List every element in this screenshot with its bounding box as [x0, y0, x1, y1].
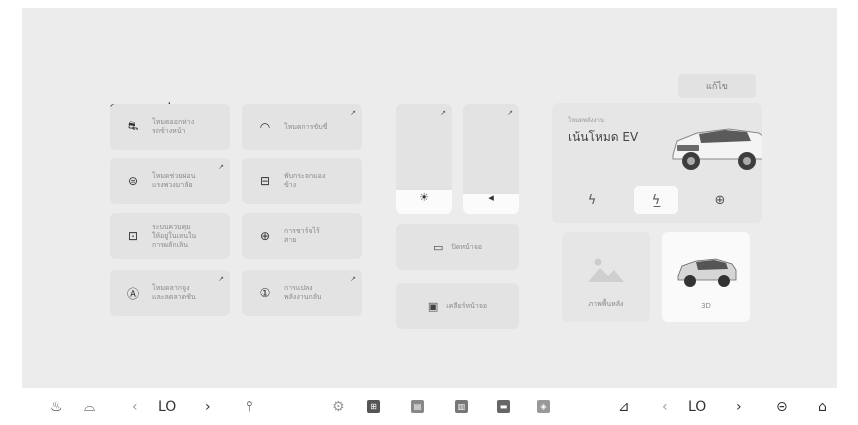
- ev-mode-button[interactable]: ϟ: [570, 186, 614, 214]
- seat-ventilation-icon[interactable]: ⫯: [246, 399, 252, 415]
- clean-screen-button[interactable]: ▣ เคลียร์หน้าจอ: [396, 283, 519, 329]
- front-defrost-icon[interactable]: ⌓: [84, 399, 95, 415]
- expand-corner-icon: ↗: [440, 109, 446, 117]
- seat-heat-icon[interactable]: ♨: [50, 399, 63, 415]
- wireless-charging-icon: ⊕: [259, 229, 271, 243]
- hybrid-mode-button[interactable]: ϟ̲: [634, 186, 678, 214]
- left-temp-decrease[interactable]: ‹: [132, 399, 138, 415]
- expand-corner-icon: ↗: [350, 109, 356, 117]
- tile-label: การชาร์จไร้ สาย: [284, 227, 320, 244]
- car-image: [672, 128, 762, 170]
- auto-hold-icon: Ⓐ: [126, 286, 139, 301]
- mode-title: เน้นโหมด EV: [568, 130, 639, 144]
- tile-label: โหมดออกห่าง รถข้างหน้า: [152, 118, 195, 135]
- tile-drive-mode[interactable]: ◠ โหมดการขับขี่ ↗: [242, 104, 362, 150]
- home-icon[interactable]: ⌂: [818, 399, 827, 415]
- camera-icon[interactable]: ▬: [497, 400, 510, 413]
- tile-lane-keep[interactable]: ⊡ ระบบควบคุม ให้อยู่ในเลนใน การผลักเลิน: [110, 213, 230, 259]
- edit-button[interactable]: แก้ไข: [678, 74, 756, 98]
- clean-screen-label: เคลียร์หน้าจอ: [446, 301, 488, 310]
- energy-mode-card: โหมดพลังงาน เน้นโหมด EV ϟ ϟ̲ ⊕: [552, 103, 762, 223]
- bottom-dock: ♨ ⌓ ‹ LO › ⫯ ⚙ ⊞ ▤ ▥ ▬ ◈ ⊿ ‹ LO › ⊝ ⌂: [0, 390, 858, 425]
- lightning-bar-icon: ϟ̲: [651, 192, 661, 208]
- 3d-label: 3D: [701, 302, 711, 310]
- seat-adjust-icon[interactable]: ⊿: [618, 399, 630, 415]
- tile-tow-hill[interactable]: Ⓐ โหมดลากจูง และลดลาดชัน ↗: [110, 270, 230, 316]
- expand-corner-icon: ↗: [350, 275, 356, 283]
- wallpaper-view-button[interactable]: ภาพพื้นหลัง: [562, 232, 650, 322]
- lane-keep-icon: ⊡: [127, 229, 139, 243]
- media-icon[interactable]: ▤: [411, 400, 424, 413]
- tile-label: การแปลง พลังงานกลับ: [284, 284, 322, 301]
- apps-grid-icon[interactable]: ⊞: [367, 400, 380, 413]
- volume-slider[interactable]: ↗ ◂: [463, 104, 519, 214]
- clean-screen-icon: ▣: [427, 299, 439, 313]
- tile-label: โหมดการขับขี่: [284, 122, 328, 131]
- expand-corner-icon: ↗: [218, 275, 224, 283]
- speaker-icon: ◂: [488, 191, 494, 204]
- lightning-icon: ϟ: [587, 192, 597, 208]
- tile-label: โหมดช่วยผ่อน แรงพวงมาลัย: [152, 172, 196, 189]
- energy-recovery-icon: ①: [259, 286, 271, 300]
- 3d-view-button[interactable]: 3D: [662, 232, 750, 322]
- car-3d-icon: [677, 258, 737, 287]
- car-front-icon: ⛐: [127, 119, 139, 133]
- tile-steering-assist[interactable]: ⊜ โหมดช่วยผ่อน แรงพวงมาลัย ↗: [110, 158, 230, 204]
- steering-wheel-icon: ⊜: [127, 174, 139, 188]
- save-energy-icon: ⊕: [714, 192, 726, 208]
- mirror-icon: ⊟: [259, 174, 271, 188]
- control-center-screen: การควบคุมส่วนกลาง แก้ไข ⛐ โหมดออกห่าง รถ…: [22, 8, 837, 388]
- expand-corner-icon: ↗: [507, 109, 513, 117]
- left-temp-value: LO: [158, 399, 177, 415]
- expand-corner-icon: ↗: [218, 163, 224, 171]
- tile-label: พับกระจกมอง ข้าง: [284, 172, 326, 189]
- tile-label: โหมดลากจูง และลดลาดชัน: [152, 284, 196, 301]
- car-icon[interactable]: ⊝: [776, 399, 788, 415]
- screen-off-icon: ▭: [432, 240, 444, 254]
- phone-icon[interactable]: ▥: [455, 400, 468, 413]
- left-temp-increase[interactable]: ›: [205, 399, 211, 415]
- fuel-mode-button[interactable]: ⊕: [698, 186, 742, 214]
- right-temp-increase[interactable]: ›: [736, 399, 742, 415]
- settings-gear-icon[interactable]: ⚙: [332, 399, 345, 415]
- drive-mode-icon: ◠: [259, 120, 271, 134]
- tile-front-distance[interactable]: ⛐ โหมดออกห่าง รถข้างหน้า: [110, 104, 230, 150]
- tile-wireless-charging[interactable]: ⊕ การชาร์จไร้ สาย: [242, 213, 362, 259]
- right-temp-value: LO: [688, 399, 707, 415]
- brightness-slider[interactable]: ↗ ☀: [396, 104, 452, 214]
- landscape-icon: [588, 258, 624, 282]
- screen-off-button[interactable]: ▭ ปิดหน้าจอ: [396, 224, 519, 270]
- wallpaper-label: ภาพพื้นหลัง: [588, 300, 624, 308]
- right-temp-decrease[interactable]: ‹: [662, 399, 668, 415]
- screen-off-label: ปิดหน้าจอ: [451, 242, 483, 251]
- tile-label: ระบบควบคุม ให้อยู่ในเลนใน การผลักเลิน: [152, 222, 197, 249]
- shield-icon[interactable]: ◈: [537, 400, 550, 413]
- tile-fold-mirrors[interactable]: ⊟ พับกระจกมอง ข้าง: [242, 158, 362, 204]
- mode-subtitle: โหมดพลังงาน: [568, 117, 604, 124]
- tile-energy-recovery[interactable]: ① การแปลง พลังงานกลับ ↗: [242, 270, 362, 316]
- sun-icon: ☀: [419, 191, 429, 204]
